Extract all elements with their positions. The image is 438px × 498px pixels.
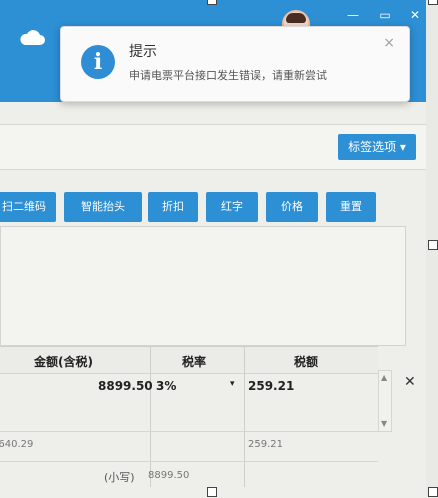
scan-qr-button[interactable]: 扫二维码 (0, 192, 56, 222)
tag-bar: 标签选项 ▾ (0, 124, 426, 170)
row-tax-amount[interactable]: 259.21 (248, 379, 294, 393)
header-amount: 金额(含税) (34, 355, 93, 369)
total-amount: 8899.50 (148, 470, 190, 481)
price-button[interactable]: 价格 (266, 192, 318, 222)
toast-close-button[interactable]: × (383, 35, 395, 51)
tax-rate-dropdown-icon[interactable]: ▾ (230, 379, 235, 389)
smart-header-button[interactable]: 智能抬头 (64, 192, 142, 222)
total-label: (小写) (104, 471, 135, 484)
buyer-info-panel (0, 226, 406, 346)
minimize-button[interactable]: — (346, 8, 360, 22)
crop-handle-top-right[interactable] (428, 0, 438, 5)
crop-handle-bottom[interactable] (207, 487, 217, 497)
subtotal-tax-amount: 259.21 (248, 439, 283, 450)
row-scroll-control[interactable]: ▲ ▼ (378, 370, 392, 432)
red-invoice-button[interactable]: 红字 (206, 192, 258, 222)
crop-handle-corner[interactable] (428, 487, 438, 497)
crop-handle-right[interactable] (428, 240, 438, 250)
header-tax-rate: 税率 (182, 355, 207, 369)
toast-message: 申请电票平台接口发生错误，请重新尝试 (129, 69, 327, 82)
toast-title: 提示 (129, 44, 157, 60)
discount-button[interactable]: 折扣 (148, 192, 198, 222)
subtotal-amount: 8640.29 (0, 439, 34, 450)
reset-button[interactable]: 重置 (326, 192, 376, 222)
invoice-items-table: 金额(含税) 税率 税额 8899.50 3% ▾ 259.21 8640.29… (0, 346, 378, 498)
row-tax-rate[interactable]: 3% (156, 379, 176, 393)
cloud-icon (20, 30, 45, 45)
invoice-screen: — ▭ ✕ i 提示 申请电票平台接口发生错误，请重新尝试 × 标签选项 ▾ 扫… (0, 0, 438, 498)
delete-row-icon[interactable]: ✕ (404, 374, 416, 390)
toolbar: 扫二维码 智能抬头 折扣 红字 价格 重置 (0, 192, 426, 222)
crop-handle-top[interactable] (207, 0, 217, 5)
header-tax-amount: 税额 (294, 355, 319, 369)
maximize-button[interactable]: ▭ (378, 8, 392, 22)
info-icon: i (81, 45, 115, 79)
tag-options-button[interactable]: 标签选项 ▾ (338, 134, 416, 160)
error-toast: i 提示 申请电票平台接口发生错误，请重新尝试 × (60, 26, 410, 102)
row-amount[interactable]: 8899.50 (98, 379, 153, 393)
close-window-button[interactable]: ✕ (408, 8, 422, 22)
